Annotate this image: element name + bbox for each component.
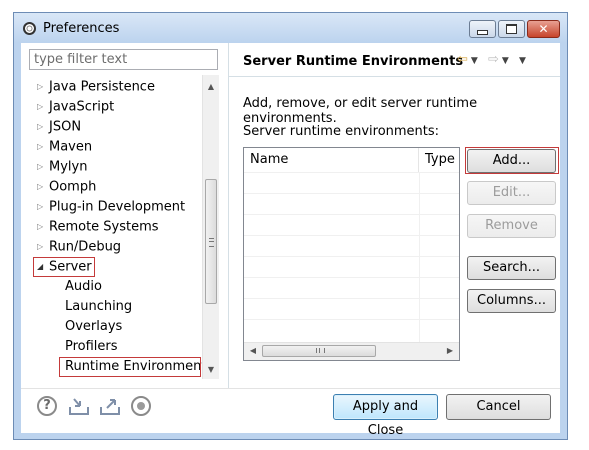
tree-item[interactable]: Overlays	[65, 317, 122, 337]
collapsed-arrow-icon[interactable]: ▷	[37, 137, 49, 157]
record-icon[interactable]	[131, 396, 151, 416]
collapsed-arrow-icon[interactable]: ▷	[37, 77, 49, 97]
tree-item-label: Run/Debug	[49, 239, 122, 255]
collapsed-arrow-icon[interactable]: ▷	[37, 177, 49, 197]
preference-tree: ▷ Java Persistence ▷ JavaScript ▷ JSON ▷ Maven ▷…	[29, 75, 218, 377]
navigation-controls: ⇦▼ ⇨▼ ▼	[457, 52, 529, 67]
scroll-right-icon[interactable]: ▶	[442, 343, 458, 359]
table-horizontal-scrollbar[interactable]: ◀ ▶	[244, 342, 459, 360]
scroll-thumb[interactable]	[262, 345, 376, 357]
tree-item-label: Remote Systems	[49, 219, 159, 235]
dialog-body: ▷Java Persistence▷JavaScript▷JSON▷Maven▷…	[21, 43, 560, 438]
bottom-divider	[21, 388, 560, 389]
title-divider	[228, 76, 560, 77]
collapsed-arrow-icon[interactable]: ▷	[37, 157, 49, 177]
tree-scrollbar[interactable]: ▲ ▼	[202, 75, 219, 379]
maximize-button[interactable]	[498, 20, 525, 38]
table-row-line	[244, 298, 459, 299]
scroll-down-icon[interactable]: ▼	[203, 362, 219, 378]
help-icon[interactable]: ?	[37, 396, 57, 416]
minimize-icon	[477, 29, 488, 35]
scroll-left-icon[interactable]: ◀	[245, 343, 261, 359]
panel-divider	[228, 43, 229, 388]
minimize-button[interactable]	[469, 20, 496, 38]
back-dropdown-icon[interactable]: ▼	[471, 56, 481, 66]
page-title: Server Runtime Environments	[243, 54, 464, 69]
import-icon[interactable]	[68, 396, 90, 416]
view-menu-icon[interactable]: ▼	[519, 56, 529, 66]
window-title: Preferences	[43, 21, 120, 36]
tree-item[interactable]: ▷ Run/Debug	[37, 237, 121, 257]
tree-item-highlight	[59, 357, 201, 377]
tree-item[interactable]: Audio	[65, 277, 102, 297]
close-icon: ✕	[538, 22, 549, 36]
tree-item-label: JSON	[49, 119, 82, 135]
back-arrow-icon[interactable]: ⇦	[457, 52, 471, 67]
tree-item[interactable]: ▷ JavaScript	[37, 97, 114, 117]
tree-item-label: Audio	[65, 279, 102, 294]
collapsed-arrow-icon[interactable]: ▷	[37, 117, 49, 137]
tree-item[interactable]: ▷ Mylyn	[37, 157, 87, 177]
tree-item[interactable]: ▷ Plug-in Development	[37, 197, 185, 217]
columns-button[interactable]: Columns...	[467, 289, 556, 313]
tree-item[interactable]: Launching	[65, 297, 132, 317]
tree-item-label: Launching	[65, 299, 133, 314]
tree-item[interactable]: ▷ Maven	[37, 137, 92, 157]
tree-item[interactable]: Profilers	[65, 337, 118, 357]
title-bar[interactable]: Preferences ✕	[14, 13, 567, 43]
tree-item-label: JavaScript	[49, 99, 115, 115]
gear-icon	[23, 22, 36, 35]
cancel-button[interactable]: Cancel	[446, 394, 551, 420]
collapsed-arrow-icon[interactable]: ▷	[37, 237, 49, 257]
apply-and-close-button[interactable]: Apply and Close	[333, 394, 438, 438]
export-icon[interactable]	[99, 396, 121, 416]
grip-icon	[316, 348, 325, 353]
list-label: Server runtime environments:	[243, 124, 440, 139]
tree-item-label: Profilers	[65, 339, 118, 354]
grip-icon	[209, 238, 214, 247]
forward-arrow-icon[interactable]: ⇨	[488, 52, 502, 67]
collapsed-arrow-icon[interactable]: ▷	[37, 217, 49, 237]
remove-button[interactable]: Remove	[467, 214, 556, 238]
table-row-line	[244, 235, 459, 236]
search-button[interactable]: Search...	[467, 256, 556, 280]
preferences-window: Preferences ✕ ▷Java Persistence▷JavaScri…	[13, 12, 568, 440]
tree-item[interactable]: ▷ Remote Systems	[37, 217, 159, 237]
tree-item-label: Mylyn	[49, 159, 88, 175]
tree-item[interactable]: ▷ JSON	[37, 117, 81, 137]
column-header-name[interactable]: Name	[244, 148, 419, 172]
page-description: Add, remove, or edit server runtime envi…	[243, 96, 478, 126]
table-row-line	[244, 193, 459, 194]
add-button[interactable]: Add...	[467, 149, 556, 173]
collapsed-arrow-icon[interactable]: ▷	[37, 97, 49, 117]
column-divider	[419, 172, 420, 342]
table-row-line	[244, 277, 459, 278]
table-row-line	[244, 214, 459, 215]
scroll-up-icon[interactable]: ▲	[203, 79, 219, 95]
close-button[interactable]: ✕	[527, 20, 560, 38]
tree-item[interactable]: ▷ Java Persistence	[37, 77, 155, 97]
column-header-type[interactable]: Type	[419, 148, 459, 172]
maximize-icon	[506, 24, 517, 34]
collapsed-arrow-icon[interactable]: ▷	[37, 197, 49, 217]
tree-item[interactable]: ▷ Oomph	[37, 177, 96, 197]
table-header-line	[244, 172, 459, 173]
scroll-thumb[interactable]	[205, 179, 217, 304]
tree-item-label: Java Persistence	[49, 79, 155, 95]
table-row-line	[244, 256, 459, 257]
forward-dropdown-icon[interactable]: ▼	[502, 56, 512, 66]
edit-button[interactable]: Edit...	[467, 181, 556, 205]
table-row-line	[244, 319, 459, 320]
tree-item-label: Oomph	[49, 179, 97, 195]
tree-item-label: Overlays	[65, 319, 123, 334]
tree-item-label: Plug-in Development	[49, 199, 186, 215]
runtime-environments-table[interactable]: Name Type ◀ ▶	[243, 147, 460, 361]
tree-item-label: Maven	[49, 139, 93, 155]
filter-input[interactable]	[29, 49, 218, 70]
tree-item-highlight	[33, 257, 95, 277]
